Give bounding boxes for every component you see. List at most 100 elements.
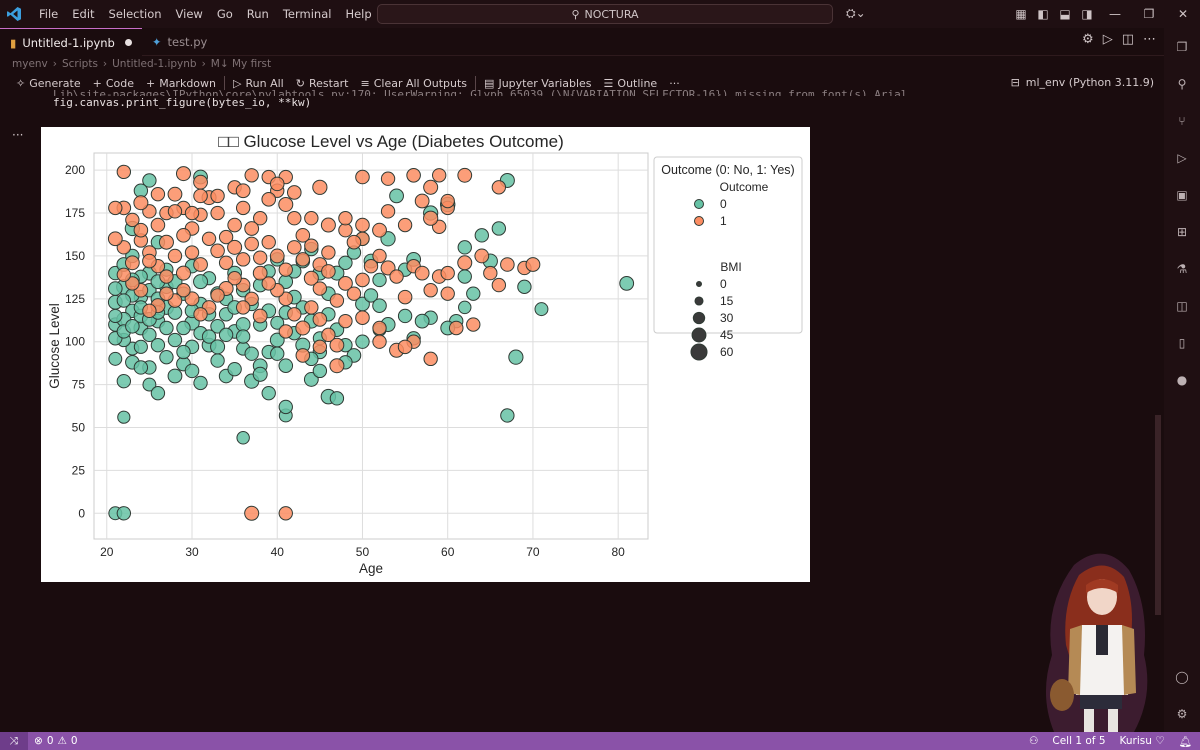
scatter-point-outcome-0 [210, 353, 225, 368]
scatter-point-outcome-1 [295, 228, 311, 243]
manage-gear-icon[interactable]: ⚙ [1164, 695, 1200, 732]
x-tick-label: 30 [185, 545, 199, 559]
menu-selection[interactable]: Selection [102, 0, 169, 28]
toggle-primary-sidebar-icon[interactable]: ◧ [1032, 7, 1054, 21]
remote-indicator-icon[interactable]: ⤨ [0, 732, 28, 750]
scatter-point-outcome-0 [491, 221, 507, 236]
toggle-panel-icon[interactable]: ⬓ [1054, 7, 1076, 21]
menu-run[interactable]: Run [240, 0, 276, 28]
problems-indicator[interactable]: ⊗ 0 ⚠ 0 [34, 735, 78, 747]
scatter-point-outcome-1 [244, 221, 260, 236]
scatter-point-outcome-1 [201, 231, 217, 246]
minimize-icon[interactable]: — [1098, 7, 1132, 21]
scatter-point-outcome-0 [227, 361, 242, 377]
search-icon: ⚲ [571, 7, 580, 21]
scatter-point-outcome-1 [167, 248, 183, 264]
search-icon[interactable]: ⚲ [1164, 65, 1200, 102]
restore-icon[interactable]: ❐ [1132, 7, 1166, 21]
kernel-icon: ⊟ [1010, 76, 1020, 89]
command-center[interactable]: ⚲ NOCTURA [377, 4, 833, 24]
breadcrumb-item[interactable]: Untitled-1.ipynb [112, 58, 196, 70]
extensions-icon[interactable]: ⊞ [1164, 213, 1200, 250]
scatter-point-outcome-1 [278, 324, 293, 339]
copilot-icon[interactable]: ⛭⌄ [846, 6, 866, 21]
activity-bar: ❐ ⚲ ⑂ ▷ ▣ ⊞ ⚗ ◫ ▯ ● ◯ ⚙ [1164, 28, 1200, 732]
source-control-icon[interactable]: ⑂ [1164, 102, 1200, 139]
menu-help[interactable]: Help [338, 0, 378, 28]
account-icon[interactable]: ◯ [1164, 658, 1200, 695]
scatter-point-outcome-1 [150, 186, 166, 202]
kernel-picker[interactable]: ⊟ ml_env (Python 3.11.9) [1011, 76, 1154, 89]
breadcrumb-item[interactable]: Scripts [62, 58, 98, 70]
scatter-point-outcome-1 [167, 186, 183, 202]
scatter-point-outcome-1 [466, 317, 481, 332]
split-editor-icon[interactable]: ◫ [1122, 32, 1134, 47]
scatter-point-outcome-1 [235, 300, 251, 315]
cell-output-text: Lib\site-packages\IPython\core\pylabtool… [53, 88, 914, 110]
scatter-point-outcome-0 [235, 329, 251, 344]
run-play-icon[interactable]: ▷ [1103, 32, 1113, 47]
menu-view[interactable]: View [169, 0, 210, 28]
menu-bar: File Edit Selection View Go Run Terminal… [32, 0, 379, 28]
scatter-point-outcome-1 [355, 272, 370, 288]
scatter-point-outcome-1 [158, 234, 174, 250]
settings-gear-icon[interactable]: ⚙ [1082, 32, 1094, 47]
sparkle-icon: ✧ [16, 76, 26, 90]
legend-size-label: 0 [720, 277, 727, 291]
character-sticker-svg [1045, 553, 1148, 732]
scatter-point-outcome-1 [304, 300, 319, 315]
scatter-point-outcome-1 [397, 339, 413, 355]
menu-edit[interactable]: Edit [65, 0, 101, 28]
scatter-point-outcome-1 [389, 269, 404, 284]
x-tick-label: 80 [611, 545, 625, 559]
user-status[interactable]: Kurisu ♡ [1120, 735, 1165, 747]
scatter-point-outcome-0 [244, 346, 259, 361]
menu-go[interactable]: Go [210, 0, 240, 28]
legend-size-title: BMI [720, 260, 741, 274]
tab-test-py[interactable]: ✦ test.py [142, 28, 218, 56]
scatter-point-outcome-1 [286, 185, 302, 200]
cell-indicator[interactable]: Cell 1 of 5 [1052, 735, 1105, 747]
chart-title: □□ Glucose Level vs Age (Diabetes Outcom… [218, 132, 564, 151]
notifications-bell-icon[interactable]: 🔔︎ [1179, 735, 1192, 748]
scatter-point-outcome-1 [142, 253, 157, 269]
scatter-point-outcome-1 [108, 200, 123, 216]
error-count: 0 [46, 735, 54, 747]
scatter-point-outcome-1 [500, 257, 515, 272]
remote-explorer-icon[interactable]: ▣ [1164, 176, 1200, 213]
scatter-point-outcome-0 [133, 360, 149, 375]
toggle-secondary-sidebar-icon[interactable]: ◨ [1076, 7, 1098, 21]
y-tick-label: 0 [78, 506, 85, 520]
testing-flask-icon[interactable]: ⚗ [1164, 250, 1200, 287]
scatter-point-outcome-1 [167, 204, 183, 219]
scatter-point-outcome-1 [193, 174, 208, 190]
more-actions-icon[interactable]: ⋯ [1143, 32, 1156, 47]
customize-layout-icon[interactable]: ▦ [1010, 7, 1032, 21]
close-window-icon[interactable]: ✕ [1166, 7, 1200, 21]
breadcrumb-item[interactable]: M↓ My first [211, 58, 271, 70]
breadcrumb-item[interactable]: myenv [12, 58, 48, 70]
copilot-status-icon[interactable]: ⚇ [1029, 735, 1038, 747]
explorer-icon[interactable]: ❐ [1164, 28, 1200, 65]
output-more-button[interactable]: ··· [12, 128, 23, 142]
unsaved-dot-icon[interactable] [124, 39, 132, 46]
scatter-point-outcome-0 [355, 334, 370, 349]
tab-untitled-notebook[interactable]: ▮ Untitled-1.ipynb [0, 28, 142, 56]
scatter-point-outcome-1 [440, 193, 455, 209]
scatter-point-outcome-1 [372, 334, 387, 349]
scatter-point-outcome-1 [312, 179, 328, 195]
legend-size-label: 15 [720, 294, 734, 308]
scatter-point-outcome-1 [244, 168, 259, 183]
menu-terminal[interactable]: Terminal [276, 0, 339, 28]
notebook-icon[interactable]: ▯ [1164, 324, 1200, 361]
github-icon[interactable]: ● [1164, 361, 1200, 398]
scatter-point-outcome-0 [329, 391, 345, 406]
editor-tabs: ▮ Untitled-1.ipynb ✦ test.py [0, 28, 1164, 56]
menu-file[interactable]: File [32, 0, 65, 28]
scatter-point-outcome-1 [457, 167, 473, 183]
jupyter-icon[interactable]: ◫ [1164, 287, 1200, 324]
scatter-point-outcome-0 [458, 300, 472, 315]
kernel-label: ml_env (Python 3.11.9) [1025, 76, 1154, 89]
run-debug-icon[interactable]: ▷ [1164, 139, 1200, 176]
status-bar: ⤨ ⊗ 0 ⚠ 0 ⚇ Cell 1 of 5 Kurisu ♡ 🔔︎ [0, 732, 1200, 750]
